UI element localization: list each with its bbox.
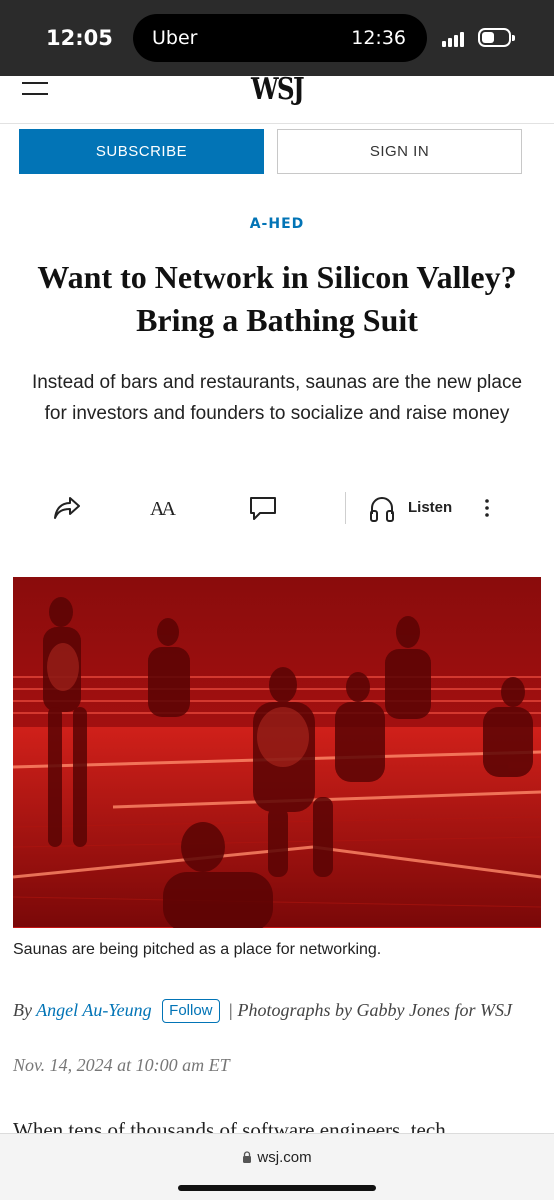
article-toolbar: AA Listen xyxy=(0,488,554,528)
hamburger-menu-icon[interactable] xyxy=(22,82,48,100)
address-bar[interactable]: wsj.com xyxy=(0,1149,554,1166)
browser-bottom-bar: wsj.com xyxy=(0,1133,554,1200)
photo-credit: | Photographs by Gabby Jones for WSJ xyxy=(228,1000,512,1020)
article-photo[interactable] xyxy=(13,577,541,928)
status-bar: 12:05 Uber 12:36 xyxy=(0,0,554,76)
home-indicator[interactable] xyxy=(178,1185,376,1191)
live-activity-time: 12:36 xyxy=(351,27,406,49)
byline-by: By xyxy=(13,1000,32,1020)
more-icon[interactable] xyxy=(484,494,490,522)
image-caption: Saunas are being pitched as a place for … xyxy=(13,941,382,958)
share-icon[interactable] xyxy=(52,494,82,522)
sign-in-button[interactable]: SIGN IN xyxy=(277,129,522,174)
headphones-icon[interactable] xyxy=(368,494,396,522)
lock-icon xyxy=(243,1151,252,1163)
listen-button-label[interactable]: Listen xyxy=(408,499,452,516)
article-body-first-line: When tens of thousands of software engin… xyxy=(13,1118,446,1133)
battery-icon xyxy=(478,28,515,47)
author-link[interactable]: Angel Au-Yeung xyxy=(36,1000,152,1020)
follow-author-button[interactable]: Follow xyxy=(162,999,220,1023)
dynamic-island-live-activity[interactable]: Uber 12:36 xyxy=(133,14,427,62)
article-dek: Instead of bars and restaurants, saunas … xyxy=(31,372,523,424)
url-text: wsj.com xyxy=(257,1149,312,1166)
cellular-signal-icon xyxy=(442,31,472,47)
toolbar-divider xyxy=(345,492,346,524)
wsj-logo[interactable]: WSJ xyxy=(50,72,504,107)
live-activity-app-name: Uber xyxy=(152,27,198,49)
publish-date: Nov. 14, 2024 at 10:00 am ET xyxy=(13,1055,230,1075)
subscribe-button[interactable]: SUBSCRIBE xyxy=(19,129,264,174)
comment-icon[interactable] xyxy=(248,494,278,522)
site-header: WSJ xyxy=(0,72,554,124)
article-flag[interactable]: A-HED xyxy=(0,216,554,232)
article-headline: Want to Network in Silicon Valley? Bring… xyxy=(37,259,517,338)
byline: By Angel Au-Yeung Follow | Photographs b… xyxy=(13,996,541,1024)
text-size-icon[interactable]: AA xyxy=(150,492,176,520)
status-time: 12:05 xyxy=(46,26,113,50)
